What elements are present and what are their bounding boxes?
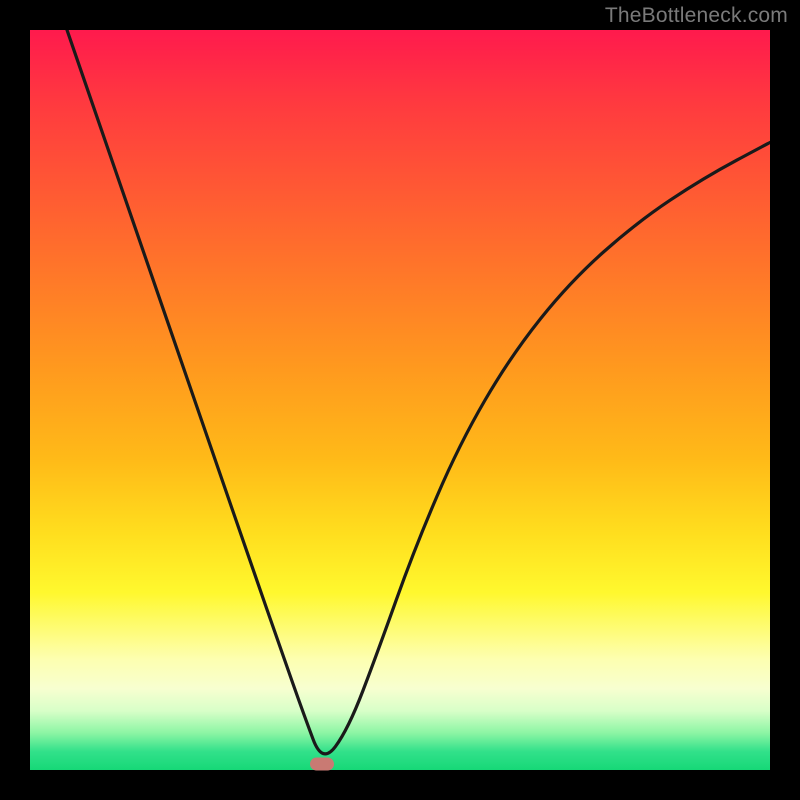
bottleneck-curve xyxy=(67,30,770,754)
plot-area xyxy=(30,30,770,770)
curve-svg xyxy=(30,30,770,770)
optimum-marker xyxy=(310,758,334,771)
watermark-text: TheBottleneck.com xyxy=(605,4,788,28)
chart-frame: TheBottleneck.com xyxy=(0,0,800,800)
